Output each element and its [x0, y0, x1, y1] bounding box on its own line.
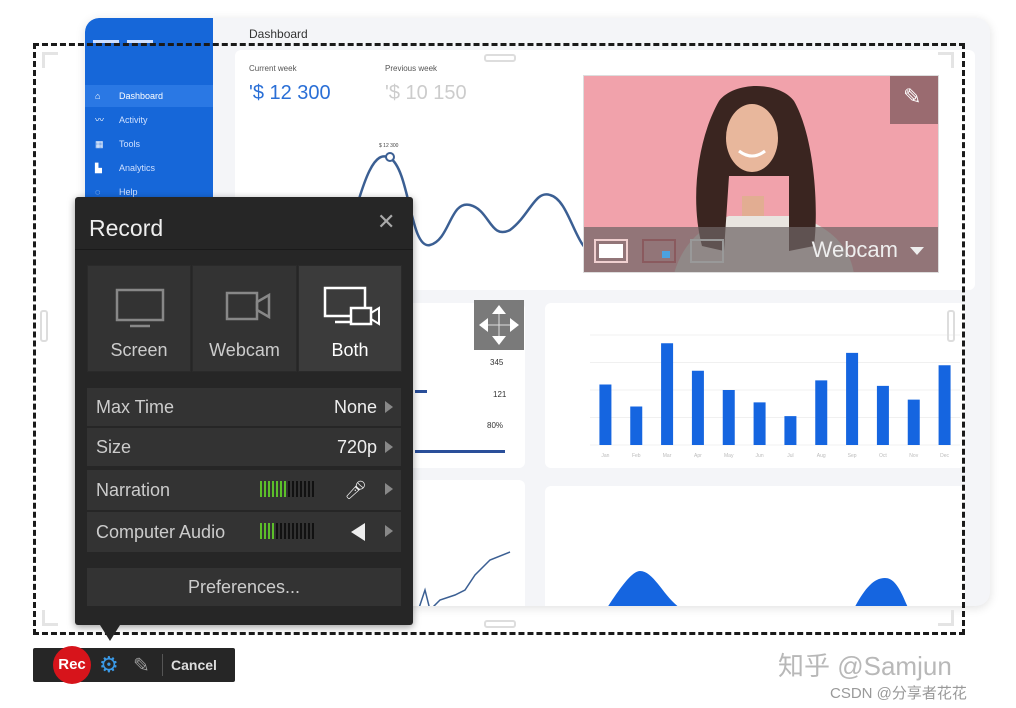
panel-pointer	[100, 625, 120, 641]
webcam-controls: Webcam	[584, 227, 938, 272]
max-time-value: None	[333, 397, 377, 417]
effects-button[interactable]: ✎	[890, 76, 938, 124]
chevron-down-icon	[910, 247, 924, 255]
meter-segment	[312, 523, 314, 539]
resize-handle-left[interactable]	[40, 310, 48, 342]
record-panel: Record ✕ Screen Webcam Both Max Time None…	[75, 197, 413, 625]
meter-segment	[288, 523, 290, 539]
resize-handle-bottom[interactable]	[484, 620, 516, 628]
meter-segment	[260, 523, 262, 539]
resize-handle-top[interactable]	[484, 54, 516, 62]
meter-segment	[268, 523, 270, 539]
meter-segment	[308, 523, 310, 539]
meter-segment	[260, 481, 262, 497]
meter-segment	[272, 481, 274, 497]
webcam-source-dropdown[interactable]: Webcam	[812, 237, 898, 263]
meter-segment	[264, 481, 266, 497]
meter-segment	[300, 523, 302, 539]
camera-icon	[225, 291, 271, 321]
chevron-right-icon	[385, 401, 393, 413]
mode-screen-button[interactable]: Screen	[87, 265, 191, 372]
meter-segment	[308, 481, 310, 497]
meter-segment	[292, 523, 294, 539]
monitor-camera-icon	[323, 286, 380, 326]
computer-audio-row[interactable]: Computer Audio	[87, 512, 401, 552]
narration-row[interactable]: Narration 🎤︎	[87, 470, 401, 510]
layout-side-button[interactable]	[690, 239, 724, 263]
meter-segment	[304, 481, 306, 497]
meter-segment	[280, 523, 282, 539]
webcam-preview[interactable]: ✎ Webcam	[583, 75, 939, 273]
max-time-row[interactable]: Max Time None	[87, 388, 401, 426]
meter-segment	[276, 481, 278, 497]
preferences-button[interactable]: Preferences...	[87, 568, 401, 606]
meter-segment	[284, 523, 286, 539]
watermark-csdn: CSDN @分享者花花	[830, 685, 967, 702]
layout-pip-button[interactable]	[642, 239, 676, 263]
record-toolbar: Rec ⚙ ✎ Cancel	[33, 646, 235, 684]
meter-segment	[300, 481, 302, 497]
speaker-icon	[351, 523, 365, 541]
meter-segment	[296, 481, 298, 497]
settings-gear-icon[interactable]: ⚙	[99, 652, 119, 678]
mode-webcam-button[interactable]: Webcam	[192, 265, 297, 372]
computer-audio-level-meter	[260, 523, 314, 539]
meter-segment	[268, 481, 270, 497]
chevron-right-icon	[385, 525, 393, 537]
meter-segment	[272, 523, 274, 539]
chevron-right-icon	[385, 483, 393, 495]
cancel-button[interactable]: Cancel	[171, 657, 217, 673]
panel-title: Record	[89, 215, 164, 241]
meter-segment	[276, 523, 278, 539]
meter-segment	[280, 481, 282, 497]
move-arrows-icon	[479, 305, 519, 345]
rec-button[interactable]: Rec	[53, 646, 91, 684]
meter-segment	[296, 523, 298, 539]
microphone-icon: 🎤︎	[344, 480, 367, 500]
narration-level-meter	[260, 481, 314, 497]
size-value: 720p	[336, 437, 377, 457]
layout-full-button[interactable]	[594, 239, 628, 263]
monitor-icon	[115, 288, 165, 328]
watermark-zhihu: 知乎 @Samjun	[778, 651, 952, 681]
meter-segment	[292, 481, 294, 497]
resize-handle-right[interactable]	[947, 310, 955, 342]
meter-segment	[288, 481, 290, 497]
meter-segment	[312, 481, 314, 497]
close-button[interactable]: ✕	[377, 209, 395, 235]
magic-wand-icon: ✎	[903, 84, 922, 109]
move-handle[interactable]	[474, 300, 524, 350]
meter-segment	[304, 523, 306, 539]
mode-both-button[interactable]: Both	[298, 265, 402, 372]
chevron-right-icon	[385, 441, 393, 453]
meter-segment	[264, 523, 266, 539]
dashboard-title: Dashboard	[249, 27, 308, 41]
meter-segment	[284, 481, 286, 497]
pencil-icon[interactable]: ✎	[133, 653, 150, 678]
size-row[interactable]: Size 720p	[87, 428, 401, 466]
